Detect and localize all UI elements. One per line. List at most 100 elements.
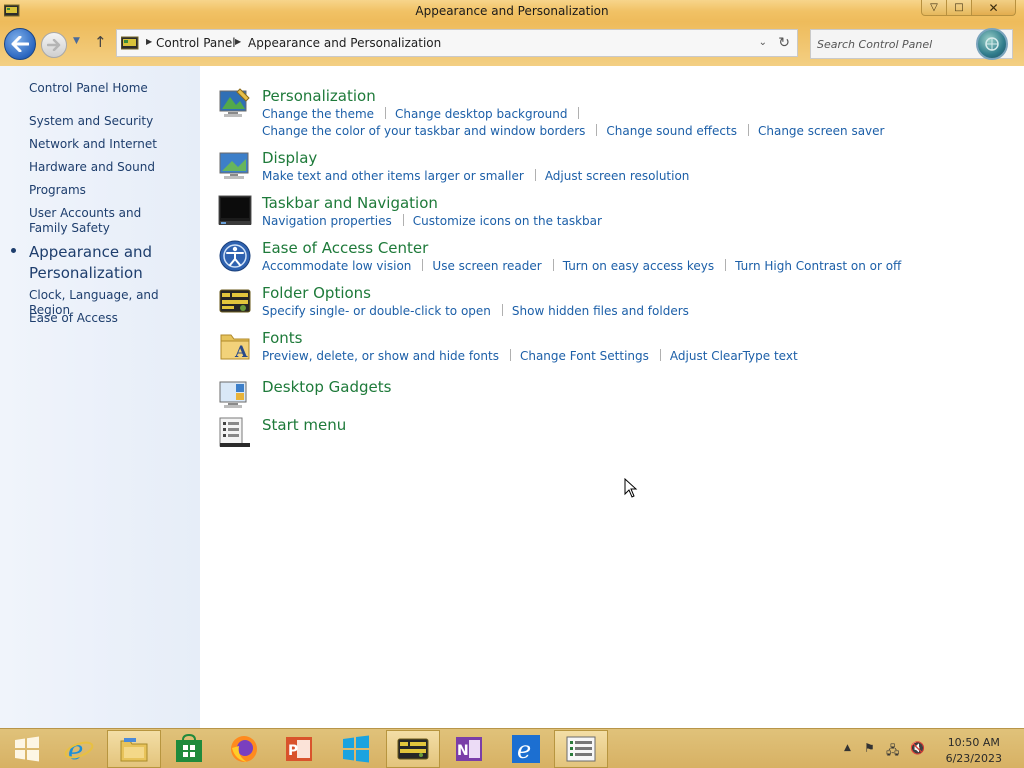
customize-taskbar-icons-link[interactable]: Customize icons on the taskbar: [413, 214, 602, 228]
link-separator: [552, 259, 554, 271]
clock-time: 10:50 AM: [947, 736, 1000, 749]
sidebar-item-programs[interactable]: Programs: [29, 183, 194, 198]
navigation-properties-link[interactable]: Navigation properties: [262, 214, 392, 228]
onenote-icon: N: [456, 737, 482, 761]
sidebar-item-appearance-current: Appearance and Personalization: [29, 243, 153, 282]
svg-text:e: e: [68, 736, 83, 764]
search-box[interactable]: [810, 28, 1013, 60]
search-input[interactable]: [817, 36, 967, 52]
windows-logo-icon: [15, 736, 39, 762]
easy-access-keys-link[interactable]: Turn on easy access keys: [563, 259, 714, 273]
use-screen-reader-link[interactable]: Use screen reader: [432, 259, 541, 273]
link-separator: [422, 259, 424, 271]
network-icon[interactable]: 🖧: [886, 741, 899, 762]
change-taskbar-color-link[interactable]: Change the color of your taskbar and win…: [262, 124, 585, 138]
breadcrumb-separator-icon: ▶: [146, 37, 153, 46]
taskbar-windows[interactable]: [329, 730, 383, 768]
link-separator: [385, 107, 387, 119]
recent-locations-dropdown-icon[interactable]: ▼: [73, 36, 80, 46]
taskbar-powerpoint[interactable]: P: [272, 730, 326, 768]
change-desktop-background-link[interactable]: Change desktop background: [395, 107, 567, 121]
fonts-heading[interactable]: Fonts: [262, 329, 302, 347]
folder-options-heading[interactable]: Folder Options: [262, 284, 371, 302]
taskbar-navigation-heading[interactable]: Taskbar and Navigation: [262, 194, 438, 212]
personalization-icon: [219, 88, 250, 117]
main-content: Personalization Change the theme Change d…: [200, 66, 1024, 728]
svg-text:P: P: [288, 743, 298, 759]
taskbar-store[interactable]: [162, 730, 216, 768]
system-tray: ▲ ⚑ 🖧 🔇 10:50 AM 6/23/2023: [824, 729, 1024, 768]
adjust-cleartype-link[interactable]: Adjust ClearType text: [670, 349, 798, 363]
close-button[interactable]: ✕: [972, 0, 1016, 16]
show-hidden-files-link[interactable]: Show hidden files and folders: [512, 304, 689, 318]
svg-text:A: A: [234, 342, 248, 361]
breadcrumb-appearance[interactable]: Appearance and Personalization: [248, 36, 441, 50]
folder-options-icon: [219, 289, 251, 313]
refresh-icon[interactable]: ↻: [778, 35, 790, 51]
taskbar-firefox[interactable]: [217, 730, 271, 768]
address-dropdown-icon[interactable]: ⌄: [759, 37, 767, 48]
forward-arrow-icon: [47, 39, 61, 51]
up-arrow-icon[interactable]: ↑: [94, 33, 107, 51]
minimize-button[interactable]: ▽: [921, 0, 947, 16]
change-theme-link[interactable]: Change the theme: [262, 107, 374, 121]
back-button[interactable]: [4, 28, 36, 60]
volume-muted-icon[interactable]: 🔇: [910, 741, 925, 755]
taskbar-navigation-links: Navigation properties Customize icons on …: [262, 213, 1002, 230]
navigation-bar: ▼ ↑ ▶ Control Panel ▶ Appearance and Per…: [0, 22, 1024, 66]
ease-of-access-heading[interactable]: Ease of Access Center: [262, 239, 428, 257]
action-center-flag-icon[interactable]: ⚑: [864, 741, 875, 755]
maximize-button[interactable]: □: [947, 0, 972, 16]
taskbar-control-panel[interactable]: [386, 730, 440, 768]
make-text-larger-link[interactable]: Make text and other items larger or smal…: [262, 169, 524, 183]
taskbar-file-explorer[interactable]: [107, 730, 161, 768]
change-font-settings-link[interactable]: Change Font Settings: [520, 349, 649, 363]
search-icon[interactable]: [976, 28, 1008, 60]
window-title: Appearance and Personalization: [415, 4, 609, 18]
breadcrumb-control-panel[interactable]: Control Panel: [156, 36, 236, 50]
file-explorer-icon: [120, 738, 148, 762]
start-menu-icon: [219, 417, 250, 447]
single-double-click-link[interactable]: Specify single- or double-click to open: [262, 304, 491, 318]
preview-fonts-link[interactable]: Preview, delete, or show and hide fonts: [262, 349, 499, 363]
adjust-screen-resolution-link[interactable]: Adjust screen resolution: [545, 169, 690, 183]
taskbar-onenote[interactable]: N: [442, 730, 496, 768]
sidebar-item-network-internet[interactable]: Network and Internet: [29, 137, 194, 152]
folder-options-links: Specify single- or double-click to open S…: [262, 303, 1002, 320]
forward-button[interactable]: [41, 32, 67, 58]
taskbar-task-list[interactable]: [554, 730, 608, 768]
taskbar-internet-explorer[interactable]: e: [52, 730, 106, 768]
change-screen-saver-link[interactable]: Change screen saver: [758, 124, 885, 138]
link-separator: [578, 107, 580, 119]
sidebar-item-ease-of-access[interactable]: Ease of Access: [29, 311, 194, 326]
sidebar-item-control-panel-home[interactable]: Control Panel Home: [29, 81, 194, 96]
breadcrumb-separator-icon[interactable]: ▶: [235, 37, 241, 46]
link-separator: [402, 214, 404, 226]
display-heading[interactable]: Display: [262, 149, 317, 167]
start-menu-heading[interactable]: Start menu: [262, 416, 346, 434]
show-hidden-icons-icon[interactable]: ▲: [844, 743, 851, 753]
link-separator: [534, 169, 536, 181]
accommodate-low-vision-link[interactable]: Accommodate low vision: [262, 259, 411, 273]
taskbar: e P N e ▲ ⚑ 🖧 🔇 10:50 AM 6/23/2023: [0, 728, 1024, 768]
taskbar-icon: [218, 195, 252, 225]
sidebar-item-user-accounts[interactable]: User Accounts and Family Safety: [29, 206, 179, 236]
desktop-gadgets-heading[interactable]: Desktop Gadgets: [262, 378, 391, 396]
change-sound-effects-link[interactable]: Change sound effects: [606, 124, 737, 138]
globe-icon: [985, 37, 999, 51]
sidebar-item-hardware-sound[interactable]: Hardware and Sound: [29, 160, 194, 175]
control-panel-icon: [397, 738, 429, 760]
svg-text:e: e: [517, 736, 531, 764]
sidebar-item-system-security[interactable]: System and Security: [29, 114, 194, 129]
personalization-links: Change the theme Change desktop backgroun…: [262, 106, 1002, 140]
high-contrast-link[interactable]: Turn High Contrast on or off: [735, 259, 901, 273]
display-links: Make text and other items larger or smal…: [262, 168, 1002, 185]
address-bar[interactable]: ▶ Control Panel ▶ Appearance and Persona…: [116, 29, 798, 57]
windows-flag-icon: [343, 735, 369, 763]
ease-of-access-links: Accommodate low vision Use screen reader T…: [262, 258, 1002, 275]
internet-explorer-icon: e: [64, 736, 94, 764]
personalization-heading[interactable]: Personalization: [262, 87, 376, 105]
start-button[interactable]: [0, 730, 54, 768]
taskbar-internet-explorer-metro[interactable]: e: [499, 730, 553, 768]
clock[interactable]: 10:50 AM 6/23/2023: [946, 735, 1002, 767]
